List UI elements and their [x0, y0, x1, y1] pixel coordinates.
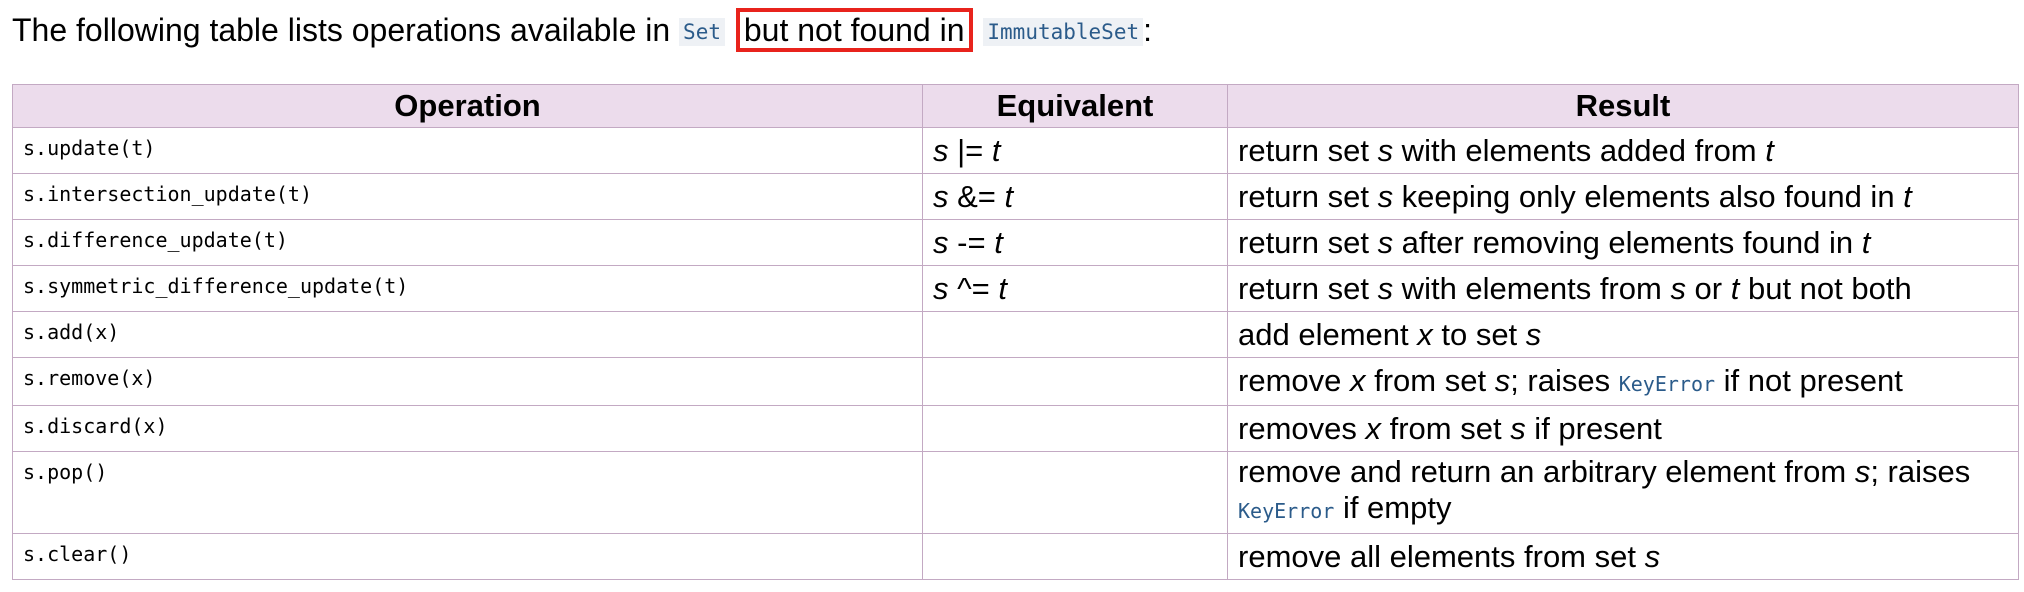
header-operation: Operation — [12, 84, 923, 128]
operation-cell: s.intersection_update(t) — [12, 173, 923, 220]
equivalent-cell: s ^= t — [922, 265, 1228, 312]
header-result: Result — [1227, 84, 2019, 128]
operation-cell: s.symmetric_difference_update(t) — [12, 265, 923, 312]
header-equivalent: Equivalent — [922, 84, 1228, 128]
result-cell: return set s keeping only elements also … — [1227, 173, 2019, 220]
table-row: s.discard(x) removes x from set s if pre… — [12, 405, 2019, 452]
operations-table: Operation Equivalent Result s.update(t) … — [12, 84, 2019, 580]
table-row: s.remove(x) remove x from set s; raises … — [12, 357, 2019, 406]
equivalent-cell: s &= t — [922, 173, 1228, 220]
equivalent-cell — [922, 533, 1228, 580]
operation-cell: s.add(x) — [12, 311, 923, 358]
result-cell: remove all elements from set s — [1227, 533, 2019, 580]
operation-cell: s.discard(x) — [12, 405, 923, 452]
equivalent-cell — [922, 357, 1228, 406]
intro-colon: : — [1143, 12, 1152, 48]
equivalent-cell — [922, 405, 1228, 452]
operation-cell: s.difference_update(t) — [12, 219, 923, 266]
table-row: s.difference_update(t) s -= t return set… — [12, 219, 2019, 266]
code-keyerror: KeyError — [1618, 372, 1716, 396]
operation-cell: s.clear() — [12, 533, 923, 580]
table-row: s.update(t) s |= t return set s with ele… — [12, 127, 2019, 174]
result-cell: removes x from set s if present — [1227, 405, 2019, 452]
equivalent-cell — [922, 451, 1228, 534]
equivalent-cell: s |= t — [922, 127, 1228, 174]
result-cell: return set s after removing elements fou… — [1227, 219, 2019, 266]
code-keyerror: KeyError — [1238, 499, 1335, 523]
code-immutableset: ImmutableSet — [983, 18, 1144, 46]
operation-cell: s.pop() — [12, 451, 923, 534]
operation-cell: s.update(t) — [12, 127, 923, 174]
result-cell: return set s with elements added from t — [1227, 127, 2019, 174]
equivalent-cell — [922, 311, 1228, 358]
code-set: Set — [679, 18, 725, 46]
intro-paragraph: The following table lists operations ava… — [12, 4, 1152, 58]
table-row: s.symmetric_difference_update(t) s ^= t … — [12, 265, 2019, 312]
result-cell: remove and return an arbitrary element f… — [1227, 451, 2019, 534]
table-row: s.clear() remove all elements from set s — [12, 533, 2019, 580]
intro-text: The following table lists operations ava… — [12, 12, 671, 48]
operation-cell: s.remove(x) — [12, 357, 923, 406]
result-cell: return set s with elements from s or t b… — [1227, 265, 2019, 312]
table-row: s.add(x) add element x to set s — [12, 311, 2019, 358]
table-row: s.pop() remove and return an arbitrary e… — [12, 451, 2019, 534]
equivalent-cell: s -= t — [922, 219, 1228, 266]
table-header-row: Operation Equivalent Result — [12, 84, 2019, 128]
result-cell: remove x from set s; raises KeyError if … — [1227, 357, 2019, 406]
table-row: s.intersection_update(t) s &= t return s… — [12, 173, 2019, 220]
highlighted-phrase: but not found in — [735, 8, 973, 52]
result-cell: add element x to set s — [1227, 311, 2019, 358]
